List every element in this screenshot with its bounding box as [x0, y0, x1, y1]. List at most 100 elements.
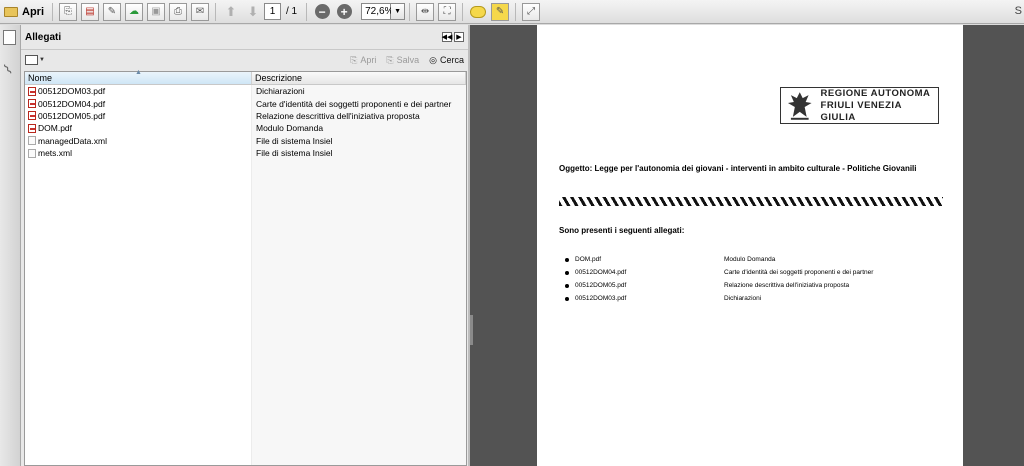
paperclip-icon[interactable]: ⌇	[0, 57, 21, 79]
attachment-name-cell[interactable]: mets.xml	[25, 148, 252, 158]
zoom-input[interactable]: 72,6%	[361, 3, 393, 20]
attachment-name: mets.xml	[38, 148, 72, 159]
print-button[interactable]: ⎙	[168, 2, 188, 22]
create-pdf-icon: ⎘	[59, 2, 77, 21]
bullet-icon	[565, 296, 569, 301]
attachment-description: Modulo Domanda	[256, 123, 324, 134]
document-subject: Oggetto: Legge per l'autonomia dei giova…	[559, 164, 917, 173]
create-pdf-button[interactable]: ⎘	[58, 2, 78, 22]
attachments-panel: Allegati ◀◀ ▶ ▼ ⎘ Apri ⎘ Salva ◎ Cerca N…	[21, 25, 470, 466]
combine-icon: ▤	[81, 2, 99, 21]
open-attachment-button[interactable]: ⎘ Apri	[350, 55, 376, 66]
list-item-name: 00512DOM04.pdf	[575, 269, 627, 276]
options-menu-button[interactable]: ▼	[25, 55, 45, 65]
edit-button[interactable]: ✎	[102, 2, 122, 22]
open-button[interactable]: Apri	[0, 6, 48, 18]
zoom-dropdown-button[interactable]: ▼	[391, 3, 406, 20]
attachment-description: File di sistema Insiel	[256, 135, 333, 146]
toolbar-separator	[409, 2, 411, 21]
print-icon: ⎙	[169, 2, 187, 21]
pdf-page: REGIONE AUTONOMA FRIULI VENEZIA GIULIA O…	[537, 25, 963, 466]
pages-icon[interactable]	[3, 30, 16, 45]
logo-line-2: FRIULI VENEZIA GIULIA	[820, 99, 902, 123]
main-toolbar: Apri ⎘ ▤ ✎ ☁ ▣ ⎙ ✉ ⬆ ⬇ 1 / 1 − + 72,6% ▼…	[0, 0, 1024, 24]
table-row[interactable]: mets.xml File di sistema Insiel	[25, 147, 466, 159]
fit-page-icon: ⛶	[438, 2, 457, 21]
comment-button[interactable]	[468, 2, 488, 22]
panel-toolbar: ▼ ⎘ Apri ⎘ Salva ◎ Cerca	[21, 50, 468, 70]
cloud-upload-icon: ☁	[125, 2, 143, 21]
attachment-name-cell[interactable]: managedData.xml	[25, 136, 252, 146]
save-attachment-button[interactable]: ⎘ Salva	[386, 55, 419, 66]
attachment-name-cell[interactable]: 00512DOM03.pdf	[25, 86, 252, 96]
attachment-description: Dichiarazioni	[256, 86, 305, 97]
toolbar-separator	[515, 2, 517, 21]
save-attachment-icon: ⎘	[386, 54, 394, 65]
plus-icon: +	[336, 4, 352, 19]
attachment-description: File di sistema Insiel	[256, 148, 333, 159]
truncated-toolbar-label[interactable]: S	[1015, 5, 1022, 17]
attachment-description: Relazione descrittiva dell'iniziativa pr…	[256, 110, 420, 121]
attachment-name: 00512DOM04.pdf	[38, 98, 106, 109]
table-row[interactable]: 00512DOM04.pdf Carte d'identità dei sogge…	[25, 97, 466, 109]
chevron-down-icon: ▼	[394, 8, 402, 15]
list-item-description: Carte d'identità dei soggetti proponenti…	[724, 269, 874, 276]
table-row[interactable]: managedData.xml File di sistema Insiel	[25, 135, 466, 147]
bullet-icon	[565, 283, 569, 288]
collapse-icon[interactable]: ◀◀	[442, 32, 452, 42]
column-header-description[interactable]: Descrizione	[252, 72, 466, 84]
sort-arrow-icon: ▲	[135, 69, 142, 76]
combine-button[interactable]: ▤	[80, 2, 100, 22]
email-button[interactable]: ✉	[190, 2, 210, 22]
zoom-in-button[interactable]: +	[334, 2, 354, 22]
attachment-description: Carte d'identità dei soggetti proponenti…	[256, 98, 452, 109]
pdf-file-icon	[28, 111, 36, 121]
attachment-name: 00512DOM05.pdf	[38, 110, 106, 121]
minus-icon: −	[314, 4, 330, 19]
prev-page-button[interactable]: ⬆	[221, 2, 241, 22]
list-item-name: 00512DOM03.pdf	[575, 295, 627, 302]
table-row[interactable]: 00512DOM05.pdf Relazione descrittiva dell…	[25, 110, 466, 122]
attachment-name: 00512DOM03.pdf	[38, 86, 106, 97]
list-item-description: Dichiarazioni	[724, 295, 762, 302]
region-logo: REGIONE AUTONOMA FRIULI VENEZIA GIULIA	[780, 87, 939, 124]
xml-file-icon	[28, 148, 36, 158]
pane-splitter[interactable]	[470, 315, 473, 345]
list-item-name: DOM.pdf	[575, 256, 602, 263]
options-arrow-icon[interactable]: ▶	[454, 32, 464, 42]
attachment-name-cell[interactable]: DOM.pdf	[25, 123, 252, 133]
zoom-out-button[interactable]: −	[312, 2, 332, 22]
eagle-emblem-icon	[787, 92, 812, 120]
region-logo-text: REGIONE AUTONOMA FRIULI VENEZIA GIULIA	[821, 88, 938, 124]
upload-button[interactable]: ☁	[124, 2, 144, 22]
chevron-down-icon: ▼	[39, 57, 45, 63]
folder-icon	[4, 6, 18, 17]
fit-width-button[interactable]: ⇹	[415, 2, 435, 22]
binoculars-icon: ◎	[429, 54, 437, 65]
search-attachment-button[interactable]: ◎ Cerca	[429, 55, 464, 66]
open-file-icon: ⎘	[350, 54, 358, 65]
attachment-name-cell[interactable]: 00512DOM04.pdf	[25, 99, 252, 109]
edit-icon: ✎	[103, 2, 121, 21]
page-total: / 1	[286, 6, 298, 17]
table-row[interactable]: 00512DOM03.pdf Dichiarazioni	[25, 85, 466, 97]
attachment-actions: ⎘ Apri ⎘ Salva ◎ Cerca	[350, 55, 464, 66]
save-button[interactable]: ▣	[146, 2, 166, 22]
open-label: Apri	[22, 5, 44, 18]
list-options-icon	[25, 55, 38, 65]
panel-controls: ◀◀ ▶	[442, 32, 464, 42]
list-item: 00512DOM05.pdf Relazione descrittiva dell…	[565, 279, 955, 292]
pdf-file-icon	[28, 99, 36, 109]
pdf-file-icon	[28, 86, 36, 96]
list-item-description: Relazione descrittiva dell'iniziativa pr…	[724, 282, 850, 289]
attachment-name: DOM.pdf	[38, 123, 73, 134]
next-page-button[interactable]: ⬇	[243, 2, 263, 22]
highlight-button[interactable]: ✎	[490, 2, 510, 22]
bullet-icon	[565, 257, 569, 262]
expand-button[interactable]: ⤢	[521, 2, 541, 22]
toolbar-separator	[306, 2, 308, 21]
table-row[interactable]: DOM.pdf Modulo Domanda	[25, 122, 466, 134]
fit-page-button[interactable]: ⛶	[437, 2, 457, 22]
attachment-name-cell[interactable]: 00512DOM05.pdf	[25, 111, 252, 121]
page-number-input[interactable]: 1	[264, 3, 281, 20]
